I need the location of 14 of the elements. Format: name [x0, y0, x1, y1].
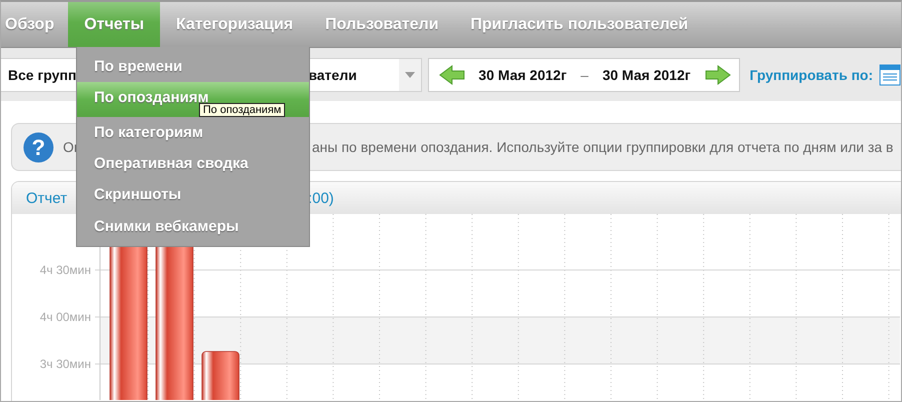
y-axis-label: 3ч 30мин [40, 357, 91, 371]
y-axis-label: 4ч 00мин [40, 310, 91, 324]
help-icon: ? [23, 132, 54, 162]
group-by-label: Группировать по: [750, 66, 873, 82]
select-value-end: ватели [308, 66, 357, 82]
select-value-start: Все групп [7, 66, 76, 82]
y-axis-label: 4ч 30мин [40, 263, 91, 277]
date-to: 30 Мая 2012г [602, 66, 691, 82]
date-separator: – [580, 66, 588, 82]
report-title-end: :00) [308, 190, 334, 206]
date-from: 30 Мая 2012г [478, 66, 567, 82]
tooltip: По опозданиям [199, 103, 286, 117]
report-title-start: Отчет [26, 190, 68, 206]
info-text-end: аны по времени опоздания. Используйте опции группировки для отчета по дням или за в [312, 139, 894, 155]
